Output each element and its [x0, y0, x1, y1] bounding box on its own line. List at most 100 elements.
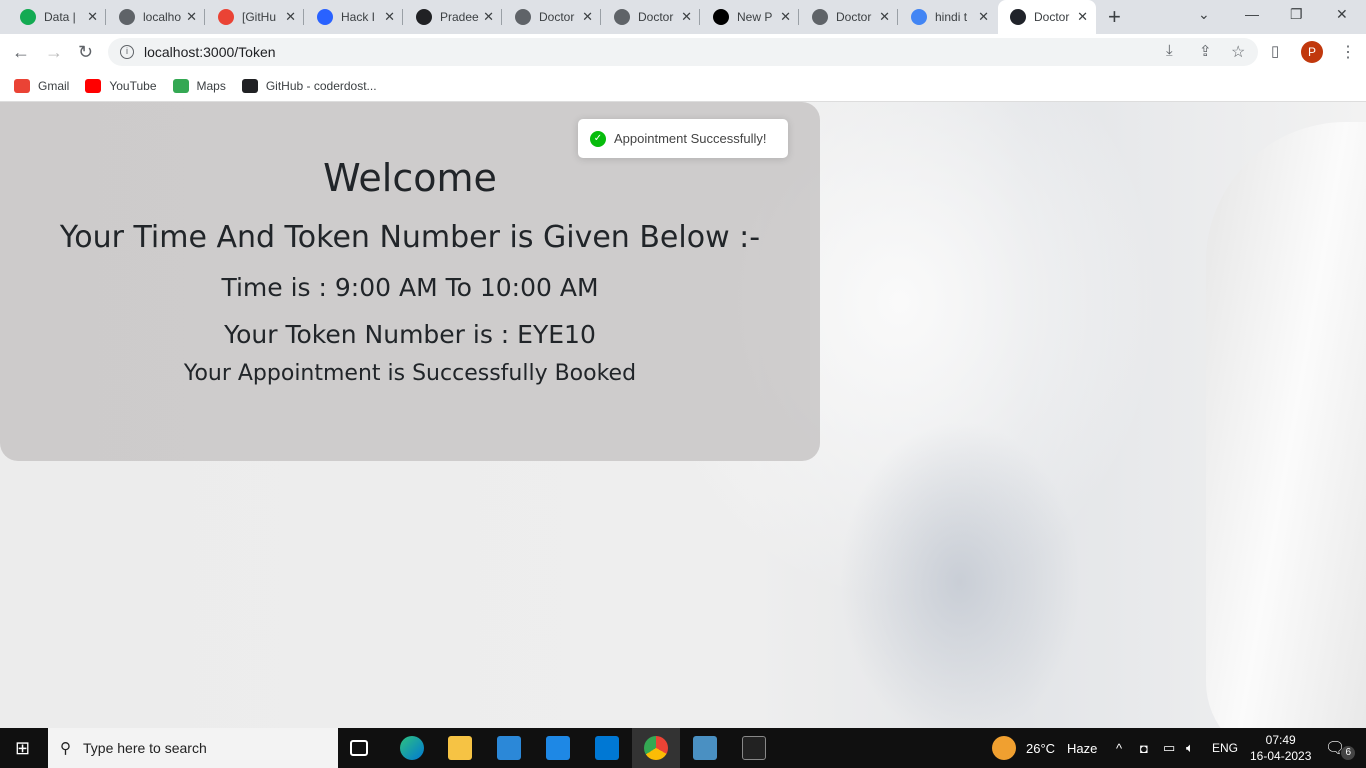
- bookmarks-bar: Gmail YouTube Maps GitHub - coderdost...: [0, 70, 1366, 102]
- subtitle: Your Time And Token Number is Given Belo…: [59, 220, 761, 255]
- tab-6[interactable]: Doctor ✕: [602, 0, 700, 34]
- clock-time: 07:49: [1265, 733, 1296, 747]
- tab-title: Doctor: [539, 10, 575, 24]
- close-tab-icon[interactable]: ✕: [1077, 9, 1088, 25]
- info-icon[interactable]: i: [120, 45, 134, 59]
- menu-icon[interactable]: ⋮: [1340, 42, 1356, 62]
- profile-avatar[interactable]: P: [1301, 41, 1323, 63]
- terminal-icon[interactable]: [742, 736, 766, 760]
- battery-icon[interactable]: ▭: [1163, 728, 1175, 768]
- tab-title: localho: [143, 10, 182, 24]
- tab-title: Doctor: [638, 10, 674, 24]
- weather-widget[interactable]: 26°C Haze: [992, 728, 1097, 768]
- page-content: Welcome Your Time And Token Number is Gi…: [0, 102, 1366, 728]
- file-explorer-icon[interactable]: [448, 736, 472, 760]
- tab-strip: + ⌄ — ❐ ✕ Data | ✕ localho ✕ [GitHu ✕ Hack I ✕ P…: [0, 0, 1366, 34]
- chrome-icon: [644, 736, 668, 760]
- bookmark-0[interactable]: Gmail: [14, 78, 69, 93]
- close-tab-icon[interactable]: ✕: [879, 9, 890, 25]
- close-tab-icon[interactable]: ✕: [582, 9, 593, 25]
- close-tab-icon[interactable]: ✕: [483, 9, 494, 25]
- tab-title: Hack I: [341, 10, 376, 24]
- bookmark-2[interactable]: Maps: [172, 78, 226, 93]
- globe-icon: [614, 9, 630, 25]
- weather-temp: 26°C: [1026, 740, 1056, 756]
- notification-count: 6: [1341, 746, 1356, 760]
- minimize-button[interactable]: —: [1245, 6, 1259, 22]
- clock[interactable]: 07:49 16-04-2023: [1250, 728, 1311, 768]
- tab-title: Data |: [44, 10, 76, 24]
- tab-10[interactable]: Doctor ✕: [998, 0, 1096, 34]
- store-icon[interactable]: [497, 736, 521, 760]
- close-tab-icon[interactable]: ✕: [681, 9, 692, 25]
- bookmark-icon: [14, 78, 30, 93]
- bookmark-1[interactable]: YouTube: [85, 78, 157, 93]
- back-icon[interactable]: ←: [12, 42, 30, 63]
- tab-title: Doctor: [1034, 10, 1070, 24]
- close-tab-icon[interactable]: ✕: [384, 9, 395, 25]
- tab-4[interactable]: Pradee ✕: [404, 0, 502, 34]
- chrome-taskbar-button[interactable]: [632, 728, 680, 768]
- taskbar-search[interactable]: ⚲ Type here to search: [48, 728, 338, 768]
- close-tab-icon[interactable]: ✕: [87, 9, 98, 25]
- clock-date: 16-04-2023: [1250, 749, 1312, 763]
- vscode-icon[interactable]: [595, 736, 619, 760]
- reload-icon[interactable]: ↻: [78, 42, 93, 63]
- share-icon[interactable]: ⇪: [1199, 42, 1212, 60]
- notifications-icon[interactable]: 🗨︎ 6: [1325, 728, 1356, 768]
- tab-title: hindi t: [935, 10, 968, 24]
- forward-icon[interactable]: →: [45, 42, 63, 63]
- google-icon: [911, 9, 927, 25]
- edge-icon[interactable]: [400, 736, 424, 760]
- task-view-icon[interactable]: [350, 740, 368, 756]
- close-tab-icon[interactable]: ✕: [285, 9, 296, 25]
- language-indicator[interactable]: ENG: [1212, 728, 1238, 768]
- search-icon: ⚲: [60, 740, 71, 757]
- close-tab-icon[interactable]: ✕: [978, 9, 989, 25]
- new-tab-button[interactable]: +: [1108, 4, 1121, 30]
- tab-9[interactable]: hindi t ✕: [899, 0, 997, 34]
- taskbar: ⊞ ⚲ Type here to search 26°C Haze ^ ◘ ▭ …: [0, 728, 1366, 768]
- bookmark-icon: [172, 78, 189, 93]
- doctor-image: [1206, 122, 1366, 728]
- close-window-button[interactable]: ✕: [1336, 6, 1348, 23]
- tab-2[interactable]: [GitHu ✕: [206, 0, 304, 34]
- tray-chevron-icon[interactable]: ^: [1116, 728, 1122, 768]
- windows-start-icon[interactable]: ⊞: [15, 738, 30, 759]
- install-icon[interactable]: ⤓: [1166, 42, 1173, 59]
- tab-3[interactable]: Hack I ✕: [305, 0, 403, 34]
- browser-toolbar: ← → ↻ i localhost:3000/Token ⤓ ⇪ ☆ ▯ P ⋮: [0, 34, 1366, 70]
- side-panel-icon[interactable]: ▯: [1271, 42, 1279, 60]
- time-text: Time is : 9:00 AM To 10:00 AM: [221, 273, 599, 302]
- tab-7[interactable]: New P ✕: [701, 0, 799, 34]
- tab-title: Pradee: [440, 10, 479, 24]
- camera-icon[interactable]: ◘: [1140, 728, 1148, 768]
- close-tab-icon[interactable]: ✕: [780, 9, 791, 25]
- mail-icon[interactable]: [546, 736, 570, 760]
- tab-search-icon[interactable]: ⌄: [1198, 6, 1210, 23]
- tab-title: Doctor: [836, 10, 872, 24]
- bookmark-icon: [241, 78, 258, 93]
- tab-1[interactable]: localho ✕: [107, 0, 205, 34]
- bookmark-3[interactable]: GitHub - coderdost...: [241, 78, 377, 93]
- globe-icon: [119, 9, 135, 25]
- url-text[interactable]: localhost:3000/Token: [144, 44, 276, 60]
- maximize-button[interactable]: ❐: [1290, 6, 1303, 23]
- bookmark-icon: [85, 78, 102, 93]
- volume-icon[interactable]: 🔈︎: [1186, 728, 1194, 768]
- vercel-icon: [713, 9, 729, 25]
- welcome-heading: Welcome: [323, 156, 497, 200]
- token-text: Your Token Number is : EYE10: [224, 320, 596, 349]
- haze-icon: [992, 736, 1016, 760]
- tab-5[interactable]: Doctor ✕: [503, 0, 601, 34]
- tab-0[interactable]: Data | ✕: [8, 0, 106, 34]
- bookmark-star-icon[interactable]: ☆: [1231, 42, 1245, 62]
- react-icon: [1010, 9, 1026, 25]
- close-tab-icon[interactable]: ✕: [186, 9, 197, 25]
- search-placeholder: Type here to search: [83, 740, 207, 756]
- address-bar[interactable]: i localhost:3000/Token: [108, 38, 1258, 66]
- success-toast[interactable]: ✓ Appointment Successfully!: [578, 119, 788, 158]
- tab-8[interactable]: Doctor ✕: [800, 0, 898, 34]
- photos-icon[interactable]: [693, 736, 717, 760]
- globe-icon: [812, 9, 828, 25]
